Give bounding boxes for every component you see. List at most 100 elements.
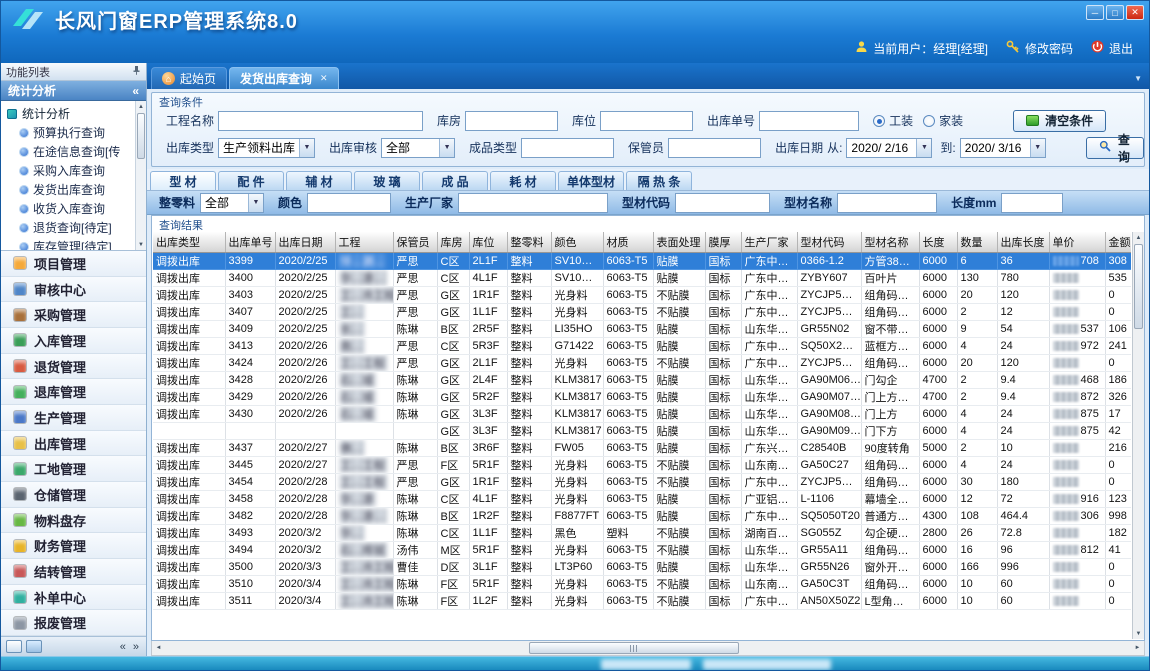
date-to-picker[interactable]: 2020/ 3/16 ▼ xyxy=(960,138,1046,158)
sidebar-item-finance[interactable]: 财务管理 xyxy=(1,533,146,559)
material-tab-0[interactable]: 型 材 xyxy=(150,171,216,190)
scroll-thumb[interactable] xyxy=(529,642,739,654)
sidebar-section-statistics[interactable]: 统计分析 « xyxy=(1,81,146,101)
table-row[interactable]: 调拨出库34582020/2/28华…源陈琳C区4L1F整料光身料6063-T5… xyxy=(153,490,1131,507)
order-no-input[interactable] xyxy=(759,111,859,131)
table-row[interactable]: 调拨出库34132020/2/26南…严思C区5R3F整料G714226063-… xyxy=(153,337,1131,354)
tree-item[interactable]: 库存管理[待定] xyxy=(7,237,134,251)
color-input[interactable] xyxy=(307,193,391,213)
sidebar-item-site[interactable]: 工地管理 xyxy=(1,456,146,482)
scroll-left-icon[interactable]: ◄ xyxy=(152,641,165,655)
product-type-input[interactable] xyxy=(521,138,614,158)
radio-industrial[interactable] xyxy=(873,115,885,127)
table-row[interactable]: 调拨出库34302020/2/26石…城陈琳G区3L3F整料KLM3817606… xyxy=(153,405,1131,422)
sidebar-item-return-depot[interactable]: 退库管理 xyxy=(1,379,146,405)
profile-code-input[interactable] xyxy=(675,193,770,213)
scroll-up-icon[interactable]: ▲ xyxy=(136,101,146,112)
column-header[interactable]: 工程 xyxy=(335,232,393,252)
change-password-button[interactable]: 修改密码 xyxy=(1006,40,1073,57)
table-row[interactable]: 调拨出库34282020/2/26石…城陈琳G区2L4F整料KLM3817606… xyxy=(153,371,1131,388)
clear-conditions-button[interactable]: 清空条件 xyxy=(1013,110,1106,132)
material-tab-6[interactable]: 单体型材 xyxy=(558,171,624,190)
column-header[interactable]: 表面处理 xyxy=(653,232,705,252)
sidebar-item-return-goods[interactable]: 退货管理 xyxy=(1,354,146,380)
column-header[interactable]: 颜色 xyxy=(551,232,603,252)
table-row[interactable]: 调拨出库34942020/3/2石…辉城汤伟M区5R1F整料光身料6063-T5… xyxy=(153,541,1131,558)
table-row[interactable]: G区3L3F整料KLM38176063-T5贴膜国标山东华…GA90M09…门下… xyxy=(153,422,1131,439)
table-vertical-scrollbar[interactable]: ▲ ▼ xyxy=(1132,232,1144,639)
column-header[interactable]: 数量 xyxy=(957,232,997,252)
close-button[interactable]: ✕ xyxy=(1126,5,1144,20)
column-header[interactable]: 保管员 xyxy=(393,232,437,252)
table-row[interactable]: 调拨出库35102020/3/4工…共工程陈琳F区5R1F整料光身料6063-T… xyxy=(153,575,1131,592)
sidebar-item-project[interactable]: 项目管理 xyxy=(1,251,146,277)
tree-item[interactable]: 在途信息查询[传 xyxy=(7,142,134,161)
monitor-icon[interactable] xyxy=(26,640,42,653)
column-header[interactable]: 型材代码 xyxy=(797,232,861,252)
collapse-icon[interactable]: « xyxy=(132,84,139,98)
tab-close-icon[interactable]: ✕ xyxy=(320,73,328,84)
table-row[interactable]: 调拨出库34242020/2/26工…工程严思G区2L1F整料光身料6063-T… xyxy=(153,354,1131,371)
table-row[interactable]: 调拨出库34002020/2/25华…源…严思C区4L1F整料SV10…6063… xyxy=(153,269,1131,286)
material-tab-7[interactable]: 隔 热 条 xyxy=(626,171,692,190)
out-type-select[interactable]: 生产领料出库 ▼ xyxy=(218,138,315,158)
table-row[interactable]: 调拨出库34372020/2/27佛…陈琳B区3R6F整料FW056063-T5… xyxy=(153,439,1131,456)
scroll-thumb[interactable] xyxy=(137,113,145,159)
table-row[interactable]: 调拨出库35002020/3/3工…共工程曹佳D区3L1F整料LT3P60606… xyxy=(153,558,1131,575)
scroll-down-icon[interactable]: ▼ xyxy=(1133,628,1144,639)
panel-view-icon[interactable] xyxy=(6,640,22,653)
table-row[interactable]: 调拨出库34542020/2/28工…工程严思G区1R1F整料光身料6063-T… xyxy=(153,473,1131,490)
whole-part-select[interactable]: 全部 ▼ xyxy=(200,193,264,213)
column-header[interactable]: 金额 xyxy=(1105,232,1131,252)
sidebar-item-stocktake[interactable]: 物料盘存 xyxy=(1,508,146,534)
logout-button[interactable]: 退出 xyxy=(1091,40,1133,57)
tab-list-dropdown-icon[interactable]: ▼ xyxy=(1134,74,1142,83)
column-header[interactable]: 库房 xyxy=(437,232,469,252)
material-tab-5[interactable]: 耗 材 xyxy=(490,171,556,190)
footer-arrows-icon[interactable]: « » xyxy=(120,641,141,653)
column-header[interactable]: 库位 xyxy=(469,232,507,252)
warehouse-input[interactable] xyxy=(465,111,558,131)
radio-home[interactable] xyxy=(923,115,935,127)
column-header[interactable]: 单价 xyxy=(1049,232,1105,252)
column-header[interactable]: 型材名称 xyxy=(861,232,919,252)
column-header[interactable]: 长度 xyxy=(919,232,957,252)
tree-item[interactable]: 收货入库查询 xyxy=(7,199,134,218)
scroll-right-icon[interactable]: ► xyxy=(1131,641,1144,655)
material-tab-4[interactable]: 成 品 xyxy=(422,171,488,190)
column-header[interactable]: 出库日期 xyxy=(275,232,335,252)
column-header[interactable]: 出库长度 xyxy=(997,232,1049,252)
tree-item[interactable]: 发货出库查询 xyxy=(7,180,134,199)
column-header[interactable]: 出库类型 xyxy=(153,232,225,252)
sidebar-item-purchase[interactable]: 采购管理 xyxy=(1,302,146,328)
sidebar-item-inbound[interactable]: 入库管理 xyxy=(1,328,146,354)
length-input[interactable] xyxy=(1001,193,1063,213)
material-tab-2[interactable]: 辅 材 xyxy=(286,171,352,190)
location-input[interactable] xyxy=(600,111,693,131)
maximize-button[interactable]: □ xyxy=(1106,5,1124,20)
table-row[interactable]: 调拨出库34032020/2/25工…共工程严思G区1R1F整料光身料6063-… xyxy=(153,286,1131,303)
sidebar-item-production[interactable]: 生产管理 xyxy=(1,405,146,431)
tree-item[interactable]: 退货查询[待定] xyxy=(7,218,134,237)
column-header[interactable]: 整零料 xyxy=(507,232,551,252)
tab-1[interactable]: 发货出库查询✕ xyxy=(229,67,339,89)
table-horizontal-scrollbar[interactable]: ◄ ► xyxy=(151,641,1145,656)
sidebar-item-outbound[interactable]: 出库管理 xyxy=(1,431,146,457)
minimize-button[interactable]: ─ xyxy=(1086,5,1104,20)
profile-name-input[interactable] xyxy=(837,193,937,213)
scroll-up-icon[interactable]: ▲ xyxy=(1133,232,1144,243)
tree-item[interactable]: 预算执行查询 xyxy=(7,123,134,142)
sidebar-item-supplement[interactable]: 补单中心 xyxy=(1,585,146,611)
project-name-input[interactable] xyxy=(218,111,423,131)
manufacturer-input[interactable] xyxy=(458,193,608,213)
scroll-thumb[interactable] xyxy=(1134,244,1143,329)
table-row[interactable]: 调拨出库34932020/3/2华…陈琳C区1L1F整料黑色塑料不贴膜国标湖南百… xyxy=(153,524,1131,541)
sidebar-item-warehouse[interactable]: 仓储管理 xyxy=(1,482,146,508)
scroll-down-icon[interactable]: ▼ xyxy=(136,239,146,250)
tab-0[interactable]: ⌂起始页 xyxy=(151,67,227,89)
table-row[interactable]: 调拨出库34452020/2/27工…工程严思F区5R1F整料光身料6063-T… xyxy=(153,456,1131,473)
sidebar-item-carryover[interactable]: 结转管理 xyxy=(1,559,146,585)
table-row[interactable]: 调拨出库35112020/3/4工…共工程陈琳F区1L2F整料光身料6063-T… xyxy=(153,592,1131,609)
tree-scrollbar[interactable]: ▲ ▼ xyxy=(135,101,146,250)
material-tab-3[interactable]: 玻 璃 xyxy=(354,171,420,190)
